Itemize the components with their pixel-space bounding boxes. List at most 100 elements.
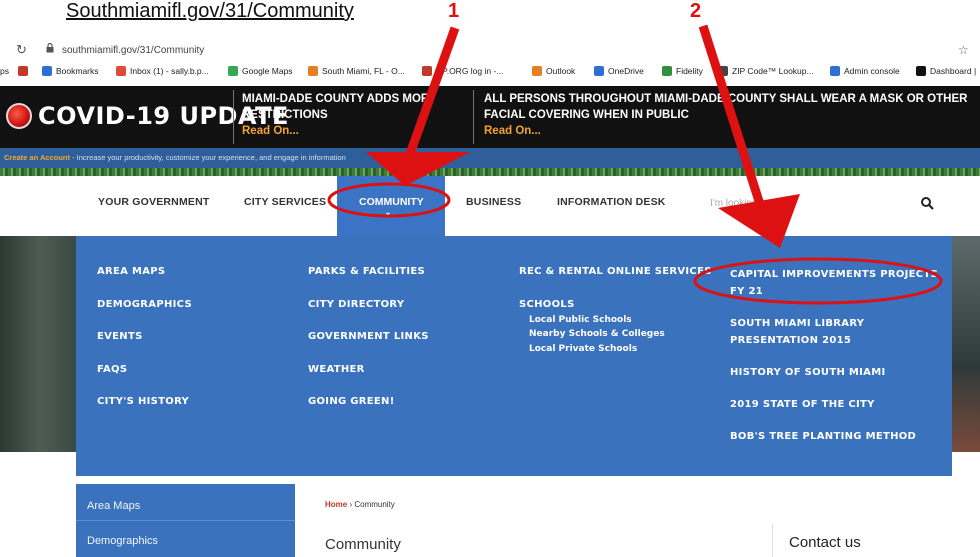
menu-capital-improvements[interactable]: CAPITAL IMPROVEMENTS PROJECTS FY 21 [730, 266, 940, 300]
bookmark-item[interactable]: ZIP Code™ Lookup... [718, 66, 814, 76]
menu-parks-facilities[interactable]: PARKS & FACILITIES [308, 266, 429, 299]
read-on-link-2[interactable]: Read On... [484, 123, 980, 139]
nav-your-government[interactable]: YOUR GOVERNMENT [98, 196, 210, 208]
bookmark-item[interactable]: Inbox (1) - sally.b.p... [116, 66, 209, 76]
menu-nearby-schools[interactable]: Nearby Schools & Colleges [519, 329, 712, 344]
bookmark-label: ZIP Code™ Lookup... [732, 66, 814, 76]
menu-citys-history[interactable]: CITY'S HISTORY [97, 396, 192, 429]
menu-local-public-schools[interactable]: Local Public Schools [519, 315, 712, 330]
annotation-number-2: 2 [690, 0, 702, 22]
covid-alert-1[interactable]: MIAMI-DADE COUNTY ADDS MOF RESTRICTIONS … [242, 91, 442, 139]
bookmark-favicon-icon [42, 66, 52, 76]
annotation-number-1: 1 [448, 0, 460, 22]
menu-tree-planting[interactable]: BOB'S TREE PLANTING METHOD [730, 428, 940, 445]
breadcrumb: Home › Community [325, 500, 395, 509]
bookmark-item[interactable]: RP.ORG log in -... [422, 66, 503, 76]
menu-column-3: REC & RENTAL ONLINE SERVICES SCHOOLS Loc… [519, 266, 712, 358]
sidebar: Area Maps Demographics [76, 484, 295, 557]
bookmark-label: Outlook [546, 66, 576, 76]
bookmark-item[interactable]: Admin console [830, 66, 900, 76]
bookmark-item[interactable]: ps [0, 66, 9, 76]
bookmark-item[interactable]: Fidelity [662, 66, 703, 76]
nav-city-services[interactable]: CITY SERVICES [244, 196, 326, 208]
create-account-link[interactable]: Create an Account [4, 153, 70, 162]
breadcrumb-current: Community [354, 500, 395, 509]
menu-column-2: PARKS & FACILITIES CITY DIRECTORY GOVERN… [308, 266, 429, 429]
menu-area-maps[interactable]: AREA MAPS [97, 266, 192, 299]
search-icon[interactable] [920, 196, 934, 210]
bookmark-favicon-icon [830, 66, 840, 76]
menu-column-1: AREA MAPS DEMOGRAPHICS EVENTS FAQS CITY'… [97, 266, 192, 429]
decorative-fringe [0, 168, 980, 176]
community-dropdown-menu: AREA MAPS DEMOGRAPHICS EVENTS FAQS CITY'… [76, 236, 952, 476]
menu-government-links[interactable]: GOVERNMENT LINKS [308, 331, 429, 364]
alert-1-text: MIAMI-DADE COUNTY ADDS MOF RESTRICTIONS [242, 93, 428, 121]
menu-weather[interactable]: WEATHER [308, 364, 429, 397]
nav-information-desk[interactable]: INFORMATION DESK [557, 196, 666, 208]
bookmark-item[interactable]: Dashboard | [916, 66, 976, 76]
breadcrumb-home[interactable]: Home [325, 500, 347, 509]
menu-demographics[interactable]: DEMOGRAPHICS [97, 299, 192, 332]
bookmark-label: Inbox (1) - sally.b.p... [130, 66, 209, 76]
search-input[interactable]: I'm looking for... [700, 194, 860, 214]
account-bar: Create an Account - Increase your produc… [0, 148, 980, 168]
browser-address-row: ↻ southmiamifl.gov/31/Community ☆ [0, 38, 980, 62]
menu-state-of-city[interactable]: 2019 STATE OF THE CITY [730, 396, 940, 413]
bookmark-favicon-icon [422, 66, 432, 76]
alert-light-icon [6, 103, 32, 129]
menu-events[interactable]: EVENTS [97, 331, 192, 364]
sidebar-item-demographics[interactable]: Demographics [87, 535, 158, 547]
sidebar-item-area-maps[interactable]: Area Maps [87, 500, 140, 512]
bookmark-favicon-icon [594, 66, 604, 76]
menu-library-presentation[interactable]: SOUTH MIAMI LIBRARY PRESENTATION 2015 [730, 315, 940, 349]
bookmark-favicon-icon [116, 66, 126, 76]
menu-column-4: CAPITAL IMPROVEMENTS PROJECTS FY 21 SOUT… [730, 266, 940, 460]
screenshot-caption: Southmiamifl.gov/31/Community [66, 0, 354, 22]
menu-schools[interactable]: SCHOOLS [519, 299, 712, 315]
bookmark-item[interactable] [18, 66, 32, 76]
bookmark-label: Dashboard | [930, 66, 977, 76]
menu-faqs[interactable]: FAQS [97, 364, 192, 397]
menu-city-directory[interactable]: CITY DIRECTORY [308, 299, 429, 332]
bookmark-favicon-icon [532, 66, 542, 76]
bookmark-label: Bookmarks [56, 66, 99, 76]
contact-heading: Contact us [789, 534, 861, 551]
bookmarks-bar: ps Bookmarks Inbox (1) - sally.b.p... Googl… [0, 62, 980, 82]
read-on-link-1[interactable]: Read On... [242, 123, 442, 139]
menu-history-south-miami[interactable]: HISTORY OF SOUTH MIAMI [730, 364, 940, 381]
bookmark-label: RP.ORG log in -... [436, 66, 504, 76]
bookmark-item[interactable]: Outlook [532, 66, 575, 76]
bookmark-favicon-icon [916, 66, 926, 76]
bookmark-label: Fidelity [676, 66, 703, 76]
main-nav: YOUR GOVERNMENT CITY SERVICES COMMUNITY … [0, 176, 980, 236]
contact-box: Contact us [772, 524, 980, 557]
bookmark-favicon-icon [308, 66, 318, 76]
nav-community-label: COMMUNITY [359, 196, 424, 208]
bookmark-favicon-icon [18, 66, 28, 76]
bookmark-star-icon[interactable]: ☆ [958, 43, 969, 57]
page-title: Community [325, 536, 401, 553]
chevron-down-icon: ▾ [386, 210, 391, 219]
menu-rec-rental[interactable]: REC & RENTAL ONLINE SERVICES [519, 266, 712, 299]
bookmark-label: ps [0, 66, 9, 76]
nav-community[interactable]: COMMUNITY ▾ [337, 176, 445, 236]
bookmark-favicon-icon [718, 66, 728, 76]
covid-alert-2[interactable]: ALL PERSONS THROUGHOUT MIAMI-DADE COUNTY… [484, 91, 980, 139]
menu-going-green[interactable]: GOING GREEN! [308, 396, 429, 429]
alert-2-text: ALL PERSONS THROUGHOUT MIAMI-DADE COUNTY… [484, 93, 968, 121]
bookmark-favicon-icon [662, 66, 672, 76]
bookmark-item[interactable]: Bookmarks [42, 66, 99, 76]
url-text[interactable]: southmiamifl.gov/31/Community [62, 45, 204, 56]
reload-icon[interactable]: ↻ [16, 42, 27, 58]
bookmark-label: South Miami, FL - O... [322, 66, 405, 76]
menu-local-private-schools[interactable]: Local Private Schools [519, 344, 712, 359]
bookmark-label: Google Maps [242, 66, 293, 76]
bookmark-favicon-icon [228, 66, 238, 76]
bookmark-item[interactable]: South Miami, FL - O... [308, 66, 405, 76]
account-bar-text: - Increase your productivity, customize … [70, 153, 346, 162]
lock-icon [46, 43, 54, 53]
bookmark-item[interactable]: OneDrive [594, 66, 644, 76]
nav-business[interactable]: BUSINESS [466, 196, 521, 208]
bookmark-item[interactable]: Google Maps [228, 66, 293, 76]
bookmark-label: OneDrive [608, 66, 644, 76]
